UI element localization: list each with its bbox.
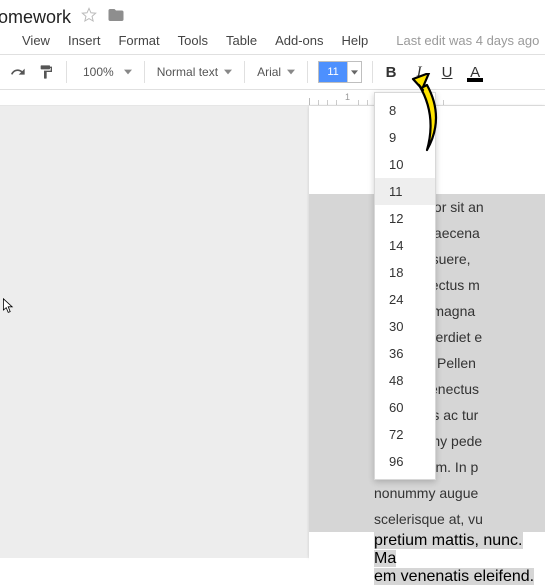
star-icon[interactable] bbox=[81, 7, 97, 28]
menu-addons[interactable]: Add-ons bbox=[275, 33, 323, 48]
chevron-down-icon bbox=[124, 65, 132, 79]
font-size-option[interactable]: 11 bbox=[375, 178, 435, 205]
folder-icon[interactable] bbox=[107, 6, 125, 29]
menu-tools[interactable]: Tools bbox=[178, 33, 208, 48]
font-size-option[interactable]: 48 bbox=[375, 367, 435, 394]
font-size-input[interactable] bbox=[319, 62, 347, 82]
mouse-cursor-icon bbox=[2, 298, 16, 319]
font-size-dropdown-button[interactable] bbox=[347, 62, 361, 82]
body-text-line[interactable]: em venenatis eleifend. bbox=[309, 568, 545, 586]
paint-format-icon[interactable] bbox=[32, 59, 60, 85]
menu-insert[interactable]: Insert bbox=[68, 33, 101, 48]
font-size-option[interactable]: 12 bbox=[375, 205, 435, 232]
font-size-option[interactable]: 14 bbox=[375, 232, 435, 259]
chevron-down-icon bbox=[351, 69, 358, 76]
font-size-option[interactable]: 24 bbox=[375, 286, 435, 313]
zoom-value: 100% bbox=[79, 65, 118, 79]
body-text-line[interactable]: pretium mattis, nunc. Ma bbox=[309, 532, 545, 568]
font-size-option[interactable]: 96 bbox=[375, 448, 435, 475]
font-family-value: Arial bbox=[257, 65, 281, 79]
zoom-dropdown[interactable]: 100% bbox=[73, 65, 138, 79]
font-size-option[interactable]: 60 bbox=[375, 394, 435, 421]
paragraph-style-value: Normal text bbox=[157, 65, 218, 79]
font-size-option[interactable]: 18 bbox=[375, 259, 435, 286]
body-text-line[interactable]: scelerisque at, vu bbox=[309, 506, 545, 532]
redo-icon[interactable] bbox=[4, 59, 32, 85]
font-size-option[interactable]: 30 bbox=[375, 313, 435, 340]
menu-table[interactable]: Table bbox=[226, 33, 257, 48]
paragraph-style-dropdown[interactable]: Normal text bbox=[151, 65, 238, 79]
menu-help[interactable]: Help bbox=[342, 33, 369, 48]
font-family-dropdown[interactable]: Arial bbox=[251, 65, 301, 79]
text-color-button[interactable]: A bbox=[463, 59, 487, 85]
font-size-control bbox=[318, 61, 362, 83]
font-size-option[interactable]: 36 bbox=[375, 340, 435, 367]
menu-bar: View Insert Format Tools Table Add-ons H… bbox=[0, 33, 545, 54]
last-edit-status[interactable]: Last edit was 4 days ago bbox=[396, 33, 539, 48]
annotation-arrow bbox=[395, 73, 465, 163]
text-color-bar bbox=[467, 78, 483, 82]
body-text-line[interactable]: nonummy augue bbox=[309, 480, 545, 506]
menu-view[interactable]: View bbox=[22, 33, 50, 48]
font-size-option[interactable]: 72 bbox=[375, 421, 435, 448]
workspace: ipsum dolor sit aning elit. MaecenaFusce… bbox=[0, 106, 545, 558]
canvas-gutter bbox=[0, 106, 309, 558]
menu-format[interactable]: Format bbox=[118, 33, 159, 48]
document-title[interactable]: omework bbox=[0, 7, 71, 28]
chevron-down-icon bbox=[287, 65, 295, 79]
chevron-down-icon bbox=[224, 65, 232, 79]
